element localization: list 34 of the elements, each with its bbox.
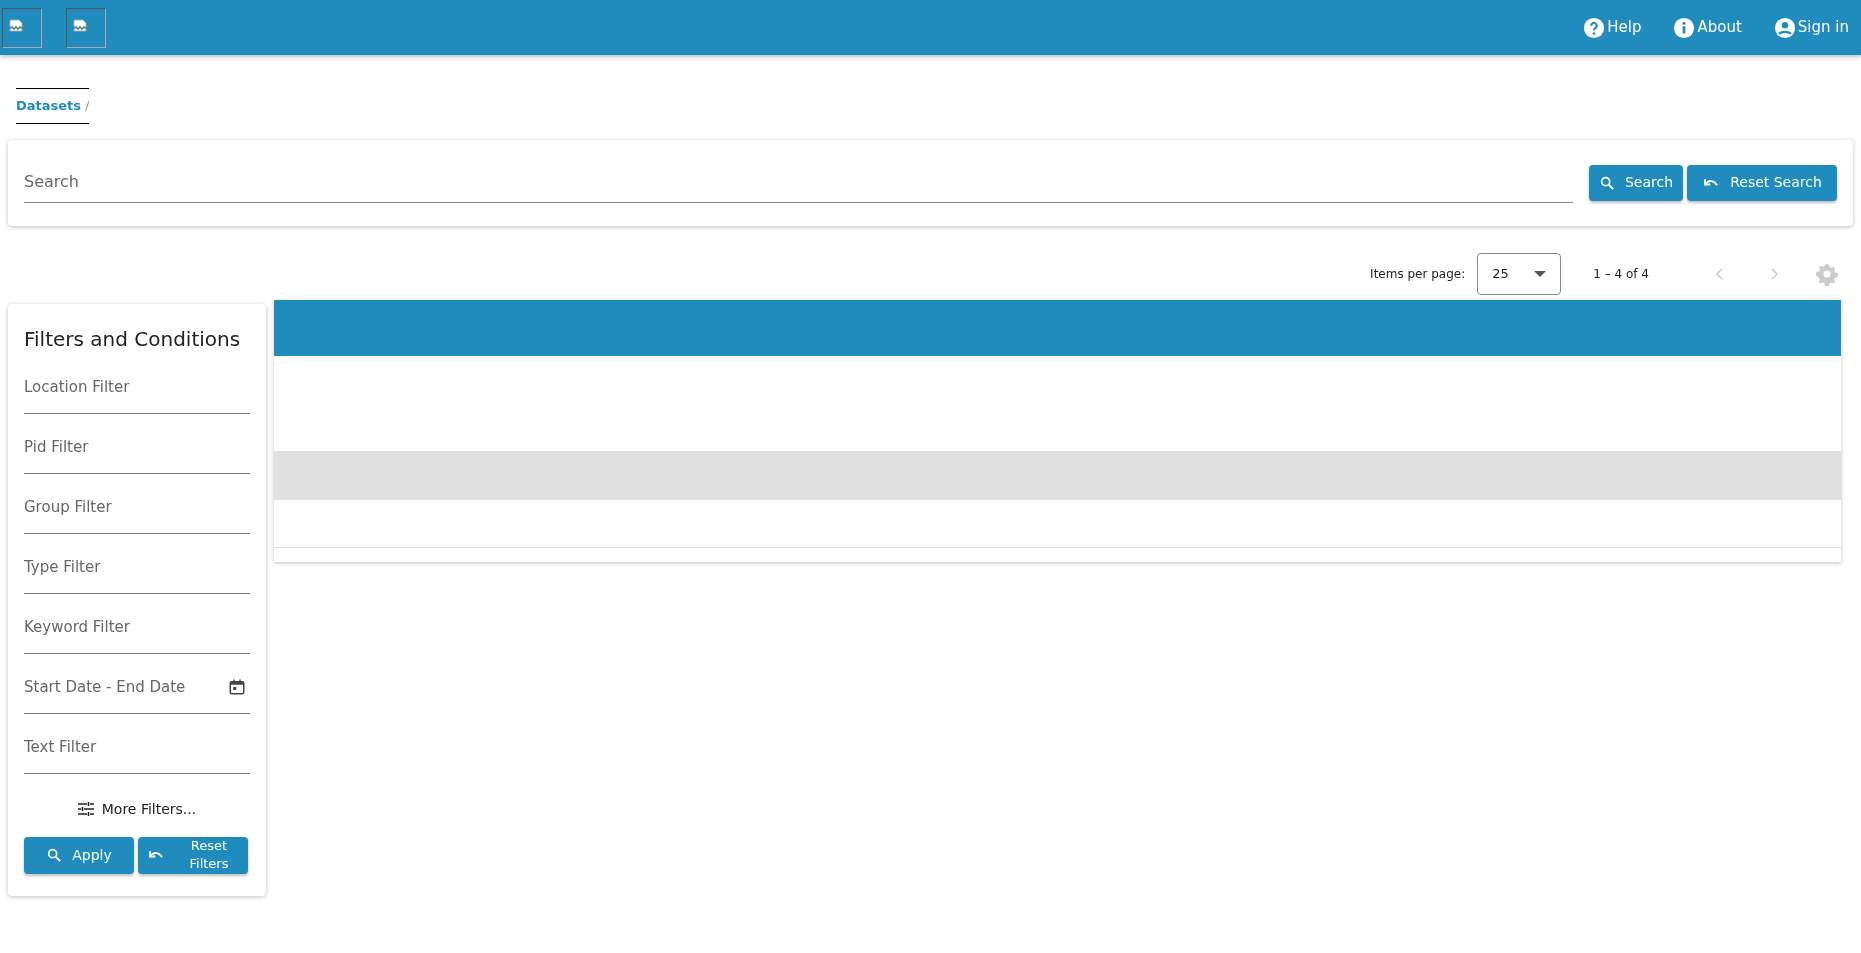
page-size-label: Items per page: [1370,265,1466,283]
page-range: 1 – 4 of 4 [1593,265,1649,283]
broken-image-icon [2,7,42,48]
more-filters-button[interactable]: More Filters... [71,797,203,821]
search-button[interactable]: Search [1589,164,1683,201]
filter-field[interactable]: Type Filter [24,547,250,587]
reset-button[interactable]: Reset Search [1687,164,1837,201]
settings-icon[interactable] [1815,261,1839,286]
info-icon [1673,16,1696,39]
date-range-field[interactable]: Start Date - End Date [24,667,228,707]
panel-title: Filters and Conditions [24,325,242,353]
search-field[interactable]: Search [24,162,1573,203]
search-icon [46,847,63,863]
filter-field[interactable]: Text Filter [24,727,250,767]
reset-button[interactable]: Reset Filters [138,836,248,874]
filter-field[interactable]: Group Filter [24,487,250,527]
filter-field[interactable]: Keyword Filter [24,607,250,647]
about-link[interactable]: About [1673,16,1742,39]
calendar-icon[interactable] [228,678,246,696]
help-link[interactable]: Help [1583,16,1642,39]
broken-image-icon [66,7,106,48]
search-button[interactable]: Apply [24,836,134,874]
filter-field[interactable]: Pid Filter [24,427,250,467]
sliders-icon [77,802,94,816]
search-icon [1598,174,1615,191]
breadcrumb-separator: / [85,97,90,115]
breadcrumb-link[interactable]: Datasets [16,96,82,116]
sign-in-link[interactable]: Sign in [1773,16,1849,39]
help-icon [1583,16,1606,39]
dropdown-caret-icon [1534,270,1547,277]
filter-field[interactable]: Location Filter [24,367,250,407]
table-row[interactable] [274,451,1841,500]
user-icon [1773,16,1796,39]
page-size-select[interactable]: 25 [1477,252,1562,295]
